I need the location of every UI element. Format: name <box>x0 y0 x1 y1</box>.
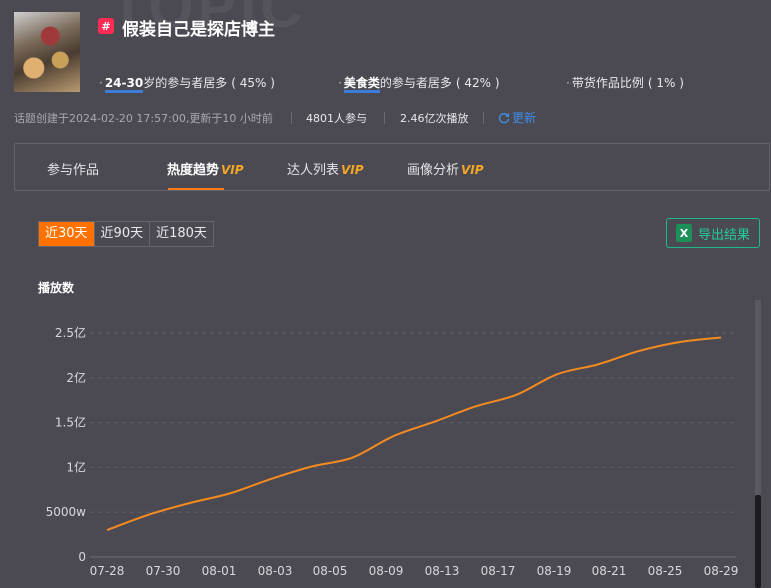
x-tick-label: 08-29 <box>704 564 739 578</box>
x-tick-label: 07-28 <box>90 564 125 578</box>
hashtag-icon: # <box>98 18 114 34</box>
excel-icon: X <box>675 224 692 242</box>
refresh-label: 更新 <box>512 111 537 125</box>
stat-category-text: 的参与者居多 <box>379 76 452 90</box>
topic-thumbnail <box>14 12 80 92</box>
divider <box>483 112 484 124</box>
stat-age-highlight: 24-30 <box>104 76 144 93</box>
y-axis-label: 播放数 <box>38 281 75 295</box>
stat-age: · 24-30岁的参与者居多( 45% ) <box>99 74 275 93</box>
x-tick-label: 08-13 <box>425 564 460 578</box>
refresh-button[interactable]: 更新 <box>498 109 536 126</box>
created-time: 话题创建于2024-02-20 17:57:00,更新于10 小时前 <box>14 112 273 125</box>
vip-badge: VIP <box>461 163 484 177</box>
stat-commerce: · 带货作品比例( 1% ) <box>566 76 684 90</box>
tab-trend[interactable]: 热度趋势 VIP <box>167 159 244 178</box>
active-tab-indicator <box>168 188 224 190</box>
y-tick-label: 0 <box>78 550 86 564</box>
y-tick-label: 1亿 <box>66 459 86 474</box>
tab-works[interactable]: 参与作品 <box>47 159 99 178</box>
range-selector: 近30天 近90天 近180天 <box>38 221 214 247</box>
tab-creators-label: 达人列表 <box>287 163 340 178</box>
divider <box>384 112 385 124</box>
range-90-days[interactable]: 近90天 <box>95 222 151 246</box>
vip-badge: VIP <box>221 163 244 177</box>
stat-category: · 美食类的参与者居多( 42% ) <box>338 74 500 93</box>
play-trend-chart: 0 5000w 1亿 1.5亿 2亿 2.5亿 07-28 07-30 08-01 08-03 0… <box>46 325 739 578</box>
stat-category-highlight: 美食类 <box>343 76 380 93</box>
scrollbar-thumb[interactable] <box>755 495 761 588</box>
stat-category-pct: ( 42% ) <box>455 76 500 90</box>
range-30-days[interactable]: 近30天 <box>39 222 95 246</box>
x-tick-label: 08-09 <box>369 564 404 578</box>
refresh-icon <box>498 112 510 123</box>
tab-creators[interactable]: 达人列表 VIP <box>287 159 364 178</box>
play-count: 2.46亿次播放 <box>400 112 469 125</box>
x-tick-label: 08-21 <box>592 564 627 578</box>
divider <box>291 112 292 124</box>
tab-bar: 参与作品 热度趋势 VIP 达人列表 VIP 画像分析 VIP <box>14 143 770 191</box>
export-label: 导出结果 <box>697 227 750 243</box>
range-180-days[interactable]: 近180天 <box>150 222 213 246</box>
topic-title: 假装自己是探店博主 <box>122 20 275 40</box>
x-tick-label: 08-05 <box>313 564 348 578</box>
x-tick-label: 08-17 <box>481 564 516 578</box>
stat-age-text: 岁的参与者居多 <box>143 76 228 90</box>
participant-count: 4801人参与 <box>306 112 367 125</box>
y-tick-label: 2.5亿 <box>55 325 86 340</box>
tab-trend-label: 热度趋势 <box>167 163 220 178</box>
tab-profile[interactable]: 画像分析 VIP <box>407 159 484 178</box>
x-tick-label: 08-03 <box>258 564 293 578</box>
stat-commerce-pct: ( 1% ) <box>647 76 684 90</box>
series-line <box>106 336 722 532</box>
x-tick-label: 08-01 <box>202 564 237 578</box>
stat-commerce-text: 带货作品比例 <box>571 76 644 90</box>
y-tick-label: 5000w <box>46 505 87 519</box>
x-tick-label: 07-30 <box>146 564 181 578</box>
export-button[interactable]: X 导出结果 <box>666 218 760 248</box>
x-tick-label: 08-19 <box>537 564 572 578</box>
y-tick-label: 1.5亿 <box>55 415 86 430</box>
stat-age-pct: ( 45% ) <box>231 76 275 90</box>
x-tick-label: 08-25 <box>648 564 683 578</box>
vip-badge: VIP <box>341 163 364 177</box>
tab-profile-label: 画像分析 <box>407 163 460 178</box>
y-tick-label: 2亿 <box>66 370 86 385</box>
tab-works-label: 参与作品 <box>47 163 100 178</box>
